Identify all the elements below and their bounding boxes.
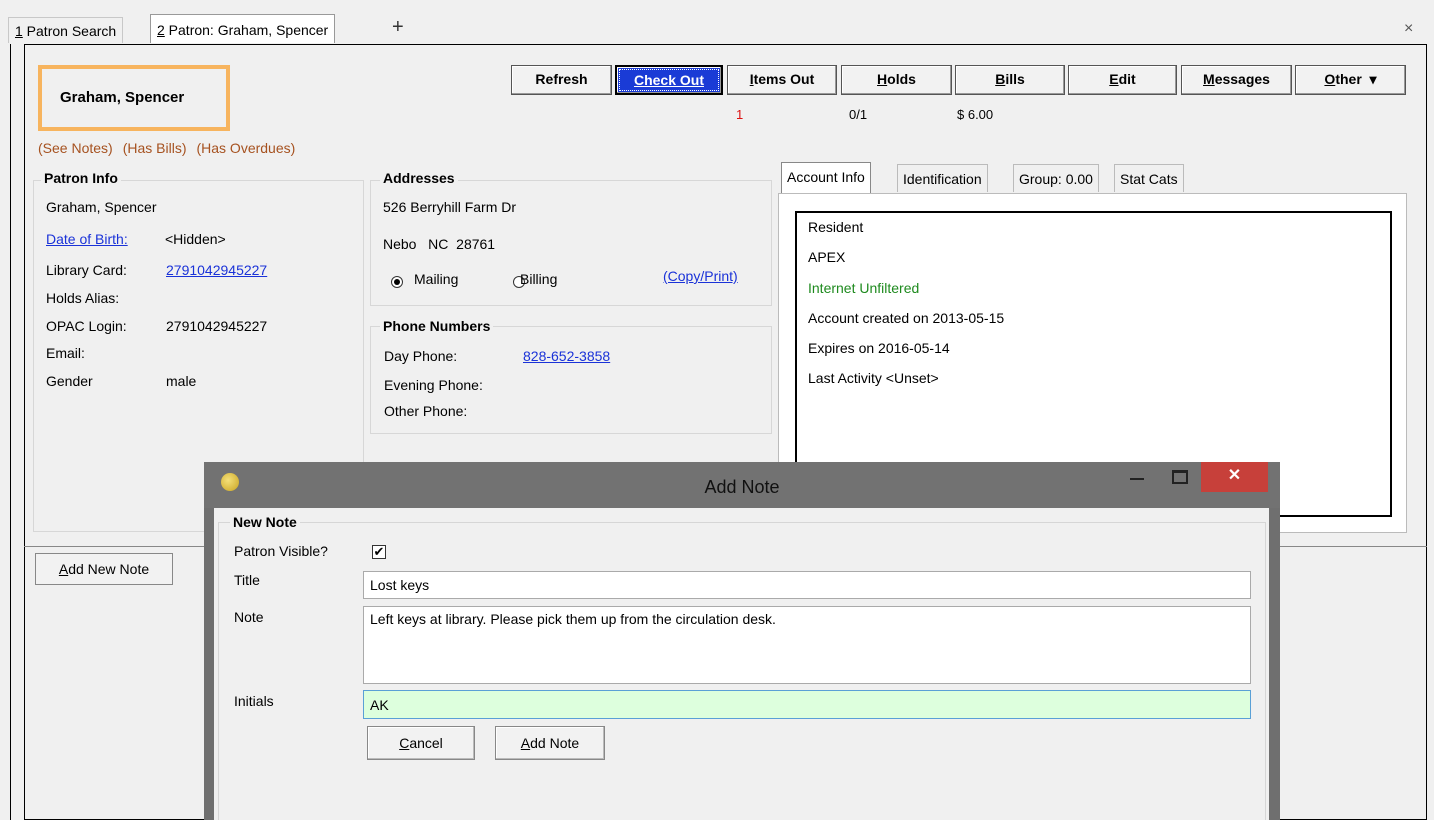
- frame-left-border: [10, 44, 11, 820]
- holds-alias-label: Holds Alias:: [46, 290, 120, 306]
- maximize-icon[interactable]: [1172, 470, 1188, 484]
- dob-value: <Hidden>: [165, 231, 226, 247]
- address-street: 526 Berryhill Farm Dr: [383, 199, 517, 215]
- library-card-label: Library Card:: [46, 262, 127, 278]
- items-out-button[interactable]: Items Out: [727, 65, 837, 95]
- add-note-button[interactable]: Add Note: [495, 726, 605, 760]
- tab-identification[interactable]: Identification: [897, 164, 988, 192]
- note-label: Note: [234, 609, 264, 625]
- alert-has-overdues[interactable]: (Has Overdues): [196, 140, 295, 156]
- title-input[interactable]: [363, 571, 1251, 599]
- holds-count: 0/1: [849, 107, 868, 122]
- cancel-button[interactable]: Cancel: [367, 726, 475, 760]
- chevron-down-icon: ▾: [1369, 71, 1377, 87]
- mailing-radio[interactable]: [391, 276, 403, 288]
- patron-name-box: Graham, Spencer: [38, 65, 230, 131]
- items-out-count: 1: [736, 107, 744, 122]
- billing-label: Billing: [520, 271, 558, 287]
- dialog-close-button[interactable]: ✕: [1201, 462, 1268, 492]
- account-line-internet: Internet Unfiltered: [808, 280, 920, 296]
- initials-input[interactable]: [363, 690, 1251, 719]
- addresses-title: Addresses: [380, 170, 458, 186]
- messages-button[interactable]: Messages: [1181, 65, 1292, 95]
- opac-login-label: OPAC Login:: [46, 318, 127, 334]
- edit-button[interactable]: Edit: [1068, 65, 1177, 95]
- close-tab-icon[interactable]: ×: [1404, 20, 1413, 38]
- initials-label: Initials: [234, 693, 274, 709]
- tab-account-info[interactable]: Account Info: [781, 162, 871, 193]
- note-textarea[interactable]: Left keys at library. Please pick them u…: [363, 606, 1251, 684]
- patron-info-name: Graham, Spencer: [46, 199, 157, 215]
- title-label: Title: [234, 572, 260, 588]
- tab-patron-search[interactable]: 1 Patron Search: [8, 17, 124, 43]
- account-line-resident: Resident: [808, 219, 864, 235]
- alert-see-notes[interactable]: (See Notes): [38, 140, 113, 156]
- account-line-expires: Expires on 2016-05-14: [808, 340, 950, 356]
- new-tab-icon[interactable]: +: [392, 16, 404, 39]
- other-phone-label: Other Phone:: [384, 403, 468, 419]
- account-line-apex: APEX: [808, 249, 846, 265]
- add-new-note-button[interactable]: Add New Note: [35, 553, 173, 585]
- day-phone-label: Day Phone:: [384, 348, 458, 364]
- opac-login-value: 2791042945227: [166, 318, 268, 334]
- bills-amount: $ 6.00: [957, 107, 994, 122]
- refresh-button[interactable]: Refresh: [511, 65, 612, 95]
- minimize-icon[interactable]: [1130, 478, 1144, 480]
- patron-visible-checkbox[interactable]: ✔: [372, 545, 386, 559]
- alert-has-bills[interactable]: (Has Bills): [123, 140, 187, 156]
- library-card-link[interactable]: 2791042945227: [166, 262, 267, 278]
- email-label: Email:: [46, 345, 85, 361]
- bills-button[interactable]: Bills: [955, 65, 1065, 95]
- dob-label-link[interactable]: Date of Birth:: [46, 231, 128, 247]
- tab-patron-graham[interactable]: 2 Patron: Graham, Spencer: [150, 14, 336, 43]
- account-line-last-activity: Last Activity <Unset>: [808, 370, 939, 386]
- patron-info-title: Patron Info: [41, 170, 121, 186]
- other-button[interactable]: Other ▾: [1295, 65, 1406, 95]
- gender-label: Gender: [46, 373, 93, 389]
- tab-stat-cats[interactable]: Stat Cats: [1114, 164, 1184, 192]
- mailing-label: Mailing: [414, 271, 459, 287]
- address-city-line: Nebo NC 28761: [383, 236, 496, 252]
- new-note-title: New Note: [230, 514, 300, 530]
- check-out-button[interactable]: Check Out: [615, 65, 723, 95]
- patron-alerts: (See Notes) (Has Bills) (Has Overdues): [38, 140, 305, 156]
- account-line-created: Account created on 2013-05-15: [808, 310, 1005, 326]
- copy-print-link[interactable]: (Copy/Print): [663, 268, 738, 284]
- evening-phone-label: Evening Phone:: [384, 377, 483, 393]
- patron-visible-label: Patron Visible?: [234, 543, 328, 559]
- tab-group[interactable]: Group: 0.00: [1013, 164, 1099, 192]
- holds-button[interactable]: Holds: [841, 65, 952, 95]
- gender-value: male: [166, 373, 197, 389]
- dialog-title: Add Note: [704, 477, 780, 497]
- day-phone-link[interactable]: 828-652-3858: [523, 348, 610, 364]
- phone-numbers-title: Phone Numbers: [380, 318, 494, 334]
